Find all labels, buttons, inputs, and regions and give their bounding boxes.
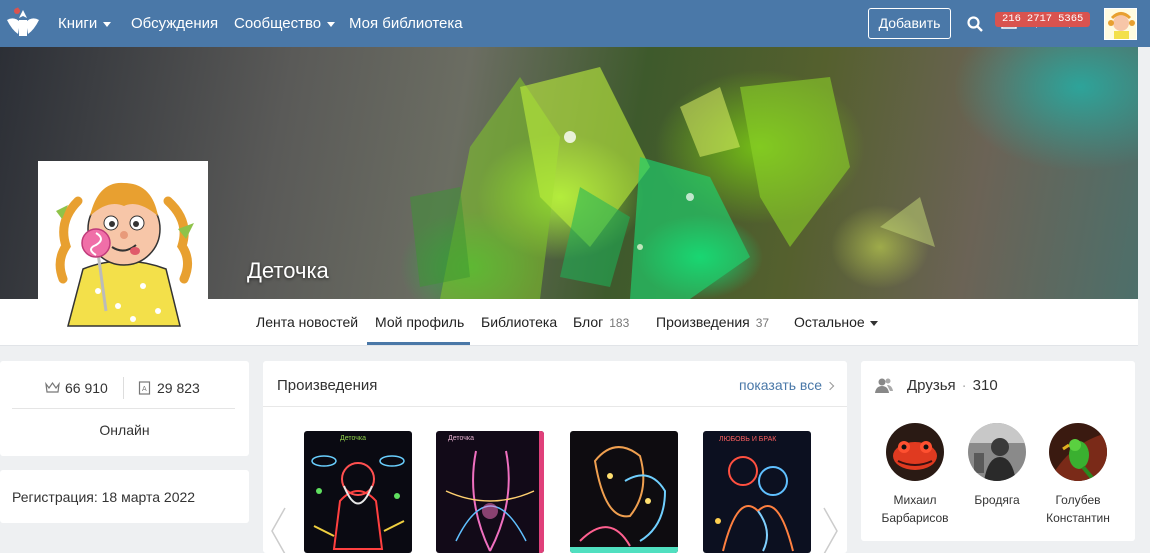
badge-notifications: 216 (1002, 13, 1021, 25)
tab-library[interactable]: Библиотека (481, 314, 557, 330)
friend-name: Бродяга (974, 493, 1020, 507)
carousel-next-icon[interactable] (821, 506, 841, 553)
work-cover-image: Деточка (436, 431, 544, 553)
tab-works-count: 37 (755, 316, 770, 330)
profile-avatar-image (38, 161, 208, 335)
profile-username: Деточка (247, 258, 329, 283)
friend-avatar (1049, 423, 1107, 481)
notification-badges[interactable]: 216 2717 5365 (995, 12, 1091, 27)
active-tab-indicator (367, 342, 470, 345)
svg-text:A: A (142, 386, 147, 393)
friend-avatar-image (968, 423, 1026, 481)
work-cover[interactable]: Деточка (436, 431, 544, 553)
user-avatar[interactable] (1104, 8, 1137, 40)
nav-discussions[interactable]: Обсуждения (131, 15, 218, 32)
show-all-link[interactable]: показать все (739, 377, 835, 393)
friend-item[interactable]: Бродяга (952, 423, 1042, 509)
tab-works-label: Произведения (656, 314, 750, 330)
friend-item[interactable]: Михаил Барбарисов (870, 423, 960, 527)
works-card: Произведения показать все Деточка Деточк… (263, 361, 847, 553)
tab-more[interactable]: Остальное (794, 314, 878, 330)
works-title: Произведения (277, 377, 378, 394)
registration-date: Регистрация: 18 марта 2022 (12, 489, 196, 505)
work-cover[interactable] (570, 431, 678, 553)
nav-books-label: Книги (58, 15, 98, 32)
works-divider (263, 406, 847, 407)
tab-blog-label: Блог (573, 314, 604, 330)
work-cover-image (570, 431, 678, 553)
tab-more-label: Остальное (794, 314, 865, 330)
friend-avatar (968, 423, 1026, 481)
chevron-down-icon (103, 21, 112, 27)
friend-name: Голубев Константин (1046, 493, 1110, 525)
work-cover-caption: Деточка (448, 435, 474, 442)
avatar-image (1105, 9, 1136, 39)
friends-card: Друзья · 310 Михаил Барбарисов Бродяга Г… (861, 361, 1135, 541)
tab-blog[interactable]: Блог 183 (573, 314, 629, 330)
work-cover-caption: Деточка (340, 435, 366, 442)
crown-icon (45, 381, 60, 393)
separator-dot: · (961, 377, 967, 394)
registration-card: Регистрация: 18 марта 2022 (0, 470, 249, 523)
tab-blog-count: 183 (609, 316, 630, 330)
chevron-down-icon (869, 320, 878, 326)
tab-works[interactable]: Произведения 37 (656, 314, 769, 330)
show-all-label: показать все (739, 377, 822, 393)
top-navbar: Книги Обсуждения Сообщество Моя библиоте… (0, 0, 1150, 47)
search-icon[interactable] (966, 15, 984, 33)
friend-item[interactable]: Голубев Константин (1033, 423, 1123, 527)
friends-icon (875, 378, 893, 393)
add-button[interactable]: Добавить (868, 8, 951, 39)
nav-community-label: Сообщество (234, 15, 322, 32)
carousel-prev-icon[interactable] (268, 506, 288, 553)
nav-community[interactable]: Сообщество (234, 15, 336, 32)
friend-name: Михаил Барбарисов (881, 493, 949, 525)
work-cover[interactable]: ЛЮБОВЬ И БРАК (703, 431, 811, 553)
friend-avatar (886, 423, 944, 481)
work-cover[interactable]: Деточка (304, 431, 412, 553)
tab-my-profile[interactable]: Мой профиль (375, 314, 464, 330)
rating-stat[interactable]: 66 910 (45, 380, 108, 396)
books-stat[interactable]: A 29 823 (138, 380, 200, 396)
site-logo-icon[interactable] (4, 6, 42, 42)
work-cover-caption: ЛЮБОВЬ И БРАК (719, 436, 777, 443)
friends-title[interactable]: Друзья · 310 (907, 377, 998, 394)
work-cover-image: ЛЮБОВЬ И БРАК (703, 431, 811, 553)
rating-value: 66 910 (65, 380, 108, 396)
tab-news-feed[interactable]: Лента новостей (256, 314, 358, 330)
profile-avatar[interactable] (38, 161, 208, 335)
badge-chat: 5365 (1058, 13, 1084, 25)
friends-count: 310 (972, 377, 998, 394)
chevron-right-icon (825, 381, 835, 391)
chevron-down-icon (327, 21, 336, 27)
friend-avatar-image (1049, 423, 1107, 481)
friends-title-label: Друзья (907, 377, 956, 394)
badge-messages: 2717 (1026, 13, 1053, 25)
stats-card: 66 910 A 29 823 Онлайн (0, 361, 249, 456)
stats-divider-line (12, 408, 235, 409)
work-cover-image: Деточка (304, 431, 412, 553)
stats-divider (123, 377, 124, 399)
friend-avatar-image (886, 423, 944, 481)
books-value: 29 823 (157, 380, 200, 396)
nav-books[interactable]: Книги (58, 15, 112, 32)
online-status: Онлайн (99, 422, 150, 438)
book-icon: A (138, 381, 151, 395)
nav-my-library[interactable]: Моя библиотека (349, 15, 463, 32)
